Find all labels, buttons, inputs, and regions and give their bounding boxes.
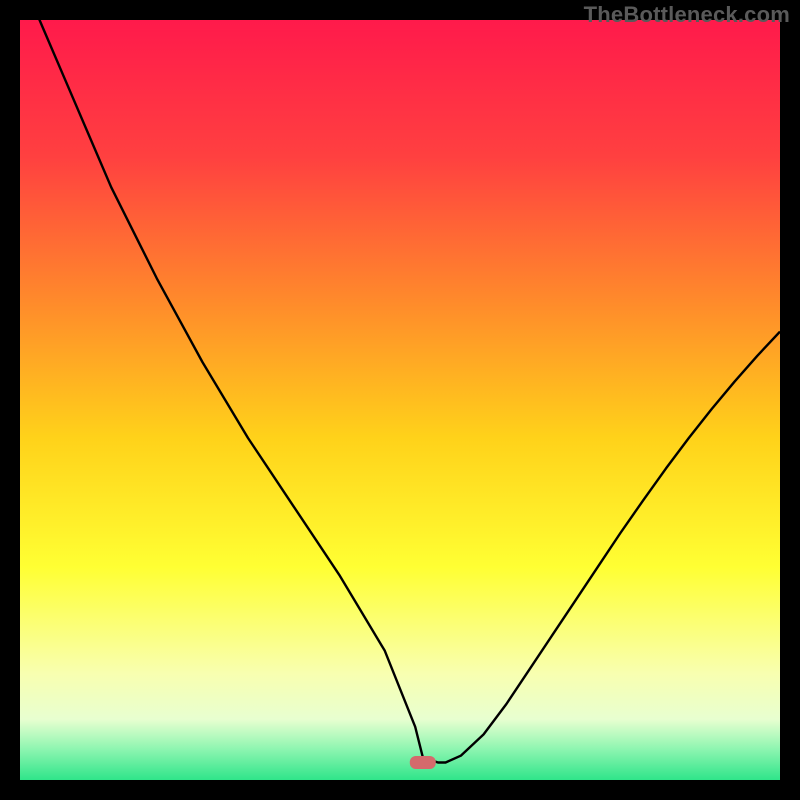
chart-svg xyxy=(20,20,780,780)
chart-frame: TheBottleneck.com xyxy=(0,0,800,800)
optimal-marker xyxy=(410,756,436,769)
gradient-background xyxy=(20,20,780,780)
watermark-text: TheBottleneck.com xyxy=(584,2,790,28)
plot-area xyxy=(20,20,780,780)
